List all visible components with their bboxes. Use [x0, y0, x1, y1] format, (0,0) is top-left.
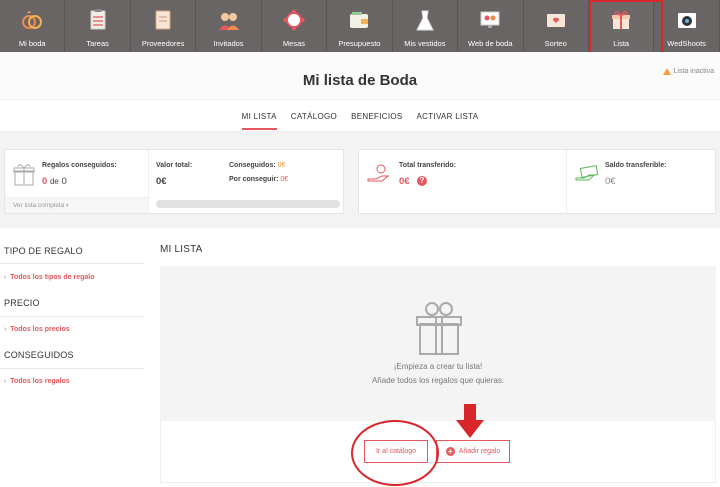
nav-label: Tareas — [86, 39, 109, 48]
section-title: MI LISTA — [160, 244, 203, 255]
checklist-icon — [90, 9, 106, 30]
chevron-right-icon: › — [66, 202, 69, 209]
gift-icon — [612, 11, 631, 29]
filter-link-label: Todos los tipos de regalo — [10, 274, 95, 281]
see-full-list-link[interactable]: Ver lista completa › — [13, 202, 68, 209]
chevron-right-icon: › — [4, 274, 7, 281]
list-tabs: MI LISTA CATÁLOGO BENEFICIOS ACTIVAR LIS… — [0, 112, 720, 130]
stats-band: Regalos conseguidos: 0 de 0 Valor total:… — [0, 132, 720, 228]
notebook-icon — [155, 10, 171, 30]
filter-all-prices[interactable]: › Todos los precios — [4, 326, 70, 333]
nav-item-web-de-boda[interactable]: Web de boda — [458, 0, 524, 52]
tab-activar-lista[interactable]: ACTIVAR LISTA — [417, 112, 479, 130]
nav-item-proveedores[interactable]: Proveedores — [131, 0, 197, 52]
rings-icon — [22, 11, 43, 29]
pending-value: 0€ — [280, 176, 289, 183]
filter-divider — [0, 316, 144, 317]
nav-label: Web de boda — [468, 39, 513, 48]
filter-title-achieved: CONSEGUIDOS — [4, 350, 74, 360]
nav-label: WedShoots — [667, 39, 706, 48]
annotation-arrow-icon — [456, 404, 484, 438]
see-full-list-footer: Ver lista completa › — [5, 197, 148, 213]
gifts-count: 0 — [42, 176, 48, 187]
list-status: Lista inactiva — [662, 68, 714, 75]
tab-mi-lista[interactable]: MI LISTA — [241, 112, 277, 130]
filter-title-gift-type: TIPO DE REGALO — [4, 246, 83, 256]
transferable-label: Saldo transferible: — [605, 162, 667, 169]
transferred-value: 0€ — [399, 176, 410, 187]
list-status-label: Lista inactiva — [673, 68, 714, 75]
transferred-label: Total transferido: — [399, 162, 457, 169]
card-divider — [566, 150, 567, 215]
wallet-icon — [350, 12, 369, 28]
card-divider — [148, 150, 149, 215]
gifts-summary-card: Regalos conseguidos: 0 de 0 Valor total:… — [4, 149, 344, 215]
nav-item-presupuesto[interactable]: Presupuesto — [327, 0, 393, 52]
nav-item-mi-boda[interactable]: Mi boda — [0, 0, 66, 52]
guests-icon — [218, 13, 239, 30]
gift-empty-icon — [416, 302, 462, 355]
nav-label: Mesas — [282, 39, 306, 48]
transfer-money-icon — [575, 165, 599, 181]
filter-divider — [0, 368, 144, 369]
empty-list-panel — [160, 266, 716, 421]
gifts-label: Regalos conseguidos: — [42, 162, 117, 169]
hand-coin-icon — [367, 164, 390, 182]
nav-item-mis-vestidos[interactable]: Mis vestidos — [393, 0, 459, 52]
filter-title-price: PRECIO — [4, 298, 40, 308]
filter-link-label: Todos los precios — [10, 326, 70, 333]
nav-label: Invitados — [213, 39, 244, 48]
dress-icon — [416, 10, 434, 31]
nav-label: Mis vestidos — [404, 39, 446, 48]
nav-item-wedshoots[interactable]: WedShoots — [654, 0, 720, 52]
website-icon — [480, 11, 500, 28]
filter-all-gift-types[interactable]: › Todos los tipos de regalo — [4, 274, 95, 281]
chevron-right-icon: › — [4, 326, 7, 333]
tab-beneficios[interactable]: BENEFICIOS — [351, 112, 402, 130]
nav-label: Lista — [613, 39, 630, 48]
top-nav: Mi boda Tareas Proveedores Invitados Mes… — [0, 0, 720, 58]
add-gift-label: Añadir regalo — [458, 448, 501, 455]
chevron-right-icon: › — [4, 378, 7, 385]
gift-outline-icon — [13, 164, 35, 186]
total-value: 0€ — [156, 176, 167, 187]
achieved-label: Conseguidos: — [229, 162, 276, 169]
filter-link-label: Todos los regalos — [10, 378, 70, 385]
see-full-list-label: Ver lista completa — [13, 202, 65, 209]
nav-item-mesas[interactable]: Mesas — [262, 0, 328, 52]
plus-icon: + — [445, 447, 455, 456]
annotation-circle — [351, 420, 439, 486]
camera-icon — [677, 13, 696, 28]
warning-icon — [662, 68, 671, 75]
empty-message-title: ¡Empieza a crear tu lista! — [393, 362, 483, 371]
add-gift-button[interactable]: + Añadir regalo — [436, 440, 510, 463]
transfer-summary-card: Total transferido: 0€ ? Saldo transferib… — [358, 149, 716, 215]
tab-catalogo[interactable]: CATÁLOGO — [291, 112, 337, 130]
nav-item-invitados[interactable]: Invitados — [196, 0, 262, 52]
nav-label: Presupuesto — [338, 39, 381, 48]
table-icon — [283, 9, 305, 31]
gifts-progress-bar — [156, 200, 340, 208]
pending-label: Por conseguir: — [229, 176, 279, 183]
total-value-label: Valor total: — [156, 162, 193, 169]
achieved-value: 0€ — [277, 162, 286, 169]
nav-label: Sorteo — [544, 39, 567, 48]
filter-divider — [0, 263, 144, 264]
nav-label: Proveedores — [141, 39, 185, 48]
empty-message-subtitle: Añade todos los regalos que quieras. — [371, 376, 505, 385]
filter-all-gifts[interactable]: › Todos los regalos — [4, 378, 70, 385]
nav-label: Mi boda — [18, 39, 46, 48]
nav-item-lista[interactable]: Lista — [588, 0, 664, 58]
nav-item-tareas[interactable]: Tareas — [65, 0, 131, 52]
help-icon[interactable]: ? — [417, 176, 427, 186]
ticket-icon — [546, 14, 565, 27]
title-bar: Mi lista de Boda Lista inactiva — [0, 52, 720, 100]
page-title: Mi lista de Boda — [302, 72, 418, 89]
gifts-of: de — [49, 177, 59, 186]
transferable-value: 0€ — [605, 176, 616, 187]
gifts-total: 0 — [61, 176, 67, 187]
nav-item-sorteo[interactable]: Sorteo — [524, 0, 589, 52]
